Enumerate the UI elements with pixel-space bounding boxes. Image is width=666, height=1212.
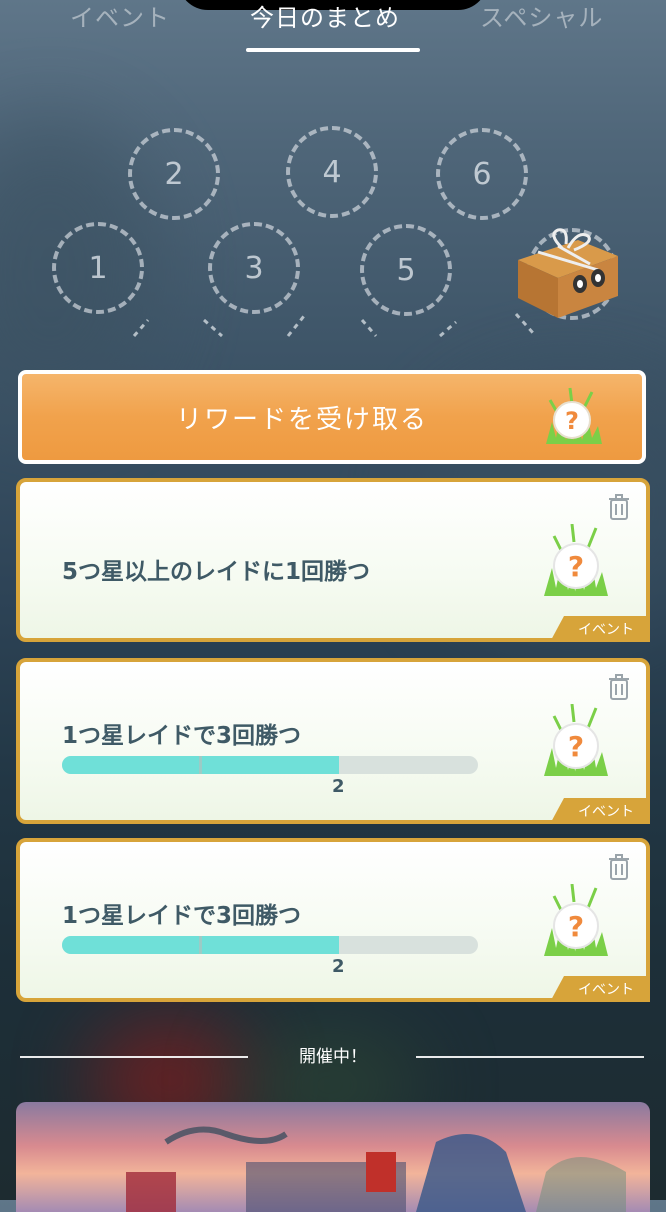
- streak-day-6: 6: [436, 128, 528, 220]
- progress-value: 2: [332, 956, 345, 977]
- trash-icon[interactable]: [608, 674, 630, 700]
- event-tag: イベント: [550, 616, 650, 642]
- task-progress-bar: [62, 756, 478, 774]
- active-tab-indicator: [246, 48, 420, 52]
- streak-day-5: 5: [360, 224, 452, 316]
- mystery-reward-icon: ?: [544, 524, 608, 596]
- progress-divider: [199, 936, 202, 954]
- claim-reward-label: リワードを受け取る: [175, 404, 428, 435]
- streak-day-4: 4: [286, 126, 378, 218]
- task-title: 1つ星レイドで3回勝つ: [62, 903, 302, 929]
- event-banner[interactable]: [16, 1102, 650, 1212]
- task-title: 1つ星レイドで3回勝つ: [62, 723, 302, 749]
- ongoing-label: 開催中！: [299, 1047, 367, 1067]
- streak-day-3: 3: [208, 222, 300, 314]
- claim-reward-button[interactable]: リワードを受け取る ?: [18, 370, 646, 464]
- tab-special[interactable]: スペシャル: [480, 0, 603, 36]
- svg-text:?: ?: [568, 550, 584, 583]
- streak-day-2: 2: [128, 128, 220, 220]
- streak-day-1: 1: [52, 222, 144, 314]
- svg-text:?: ?: [565, 407, 579, 435]
- task-card-3[interactable]: 1つ星レイドで3回勝つ 2 ? イベント: [16, 838, 650, 1002]
- task-progress-bar: [62, 936, 478, 954]
- tab-events[interactable]: イベント: [70, 0, 170, 36]
- event-tag: イベント: [550, 798, 650, 824]
- gift-box-icon: [518, 228, 618, 318]
- progress-value: 2: [332, 776, 345, 797]
- svg-text:?: ?: [568, 910, 584, 943]
- mystery-reward-icon: ?: [544, 884, 608, 956]
- trash-icon[interactable]: [608, 494, 630, 520]
- event-tag: イベント: [550, 976, 650, 1002]
- task-card-2[interactable]: 1つ星レイドで3回勝つ 2 ? イベント: [16, 658, 650, 824]
- ongoing-section-header: 開催中！: [0, 1040, 666, 1076]
- svg-text:?: ?: [568, 730, 584, 763]
- trash-icon[interactable]: [608, 854, 630, 880]
- task-title: 5つ星以上のレイドに1回勝つ: [62, 559, 371, 585]
- tab-today-summary[interactable]: 今日のまとめ: [250, 0, 400, 36]
- divider: [416, 1056, 644, 1058]
- task-card-1[interactable]: 5つ星以上のレイドに1回勝つ ? イベント: [16, 478, 650, 642]
- mystery-reward-icon: ?: [546, 387, 602, 444]
- progress-divider: [199, 756, 202, 774]
- event-banner-art: [126, 1126, 626, 1212]
- mystery-reward-icon: ?: [544, 704, 608, 776]
